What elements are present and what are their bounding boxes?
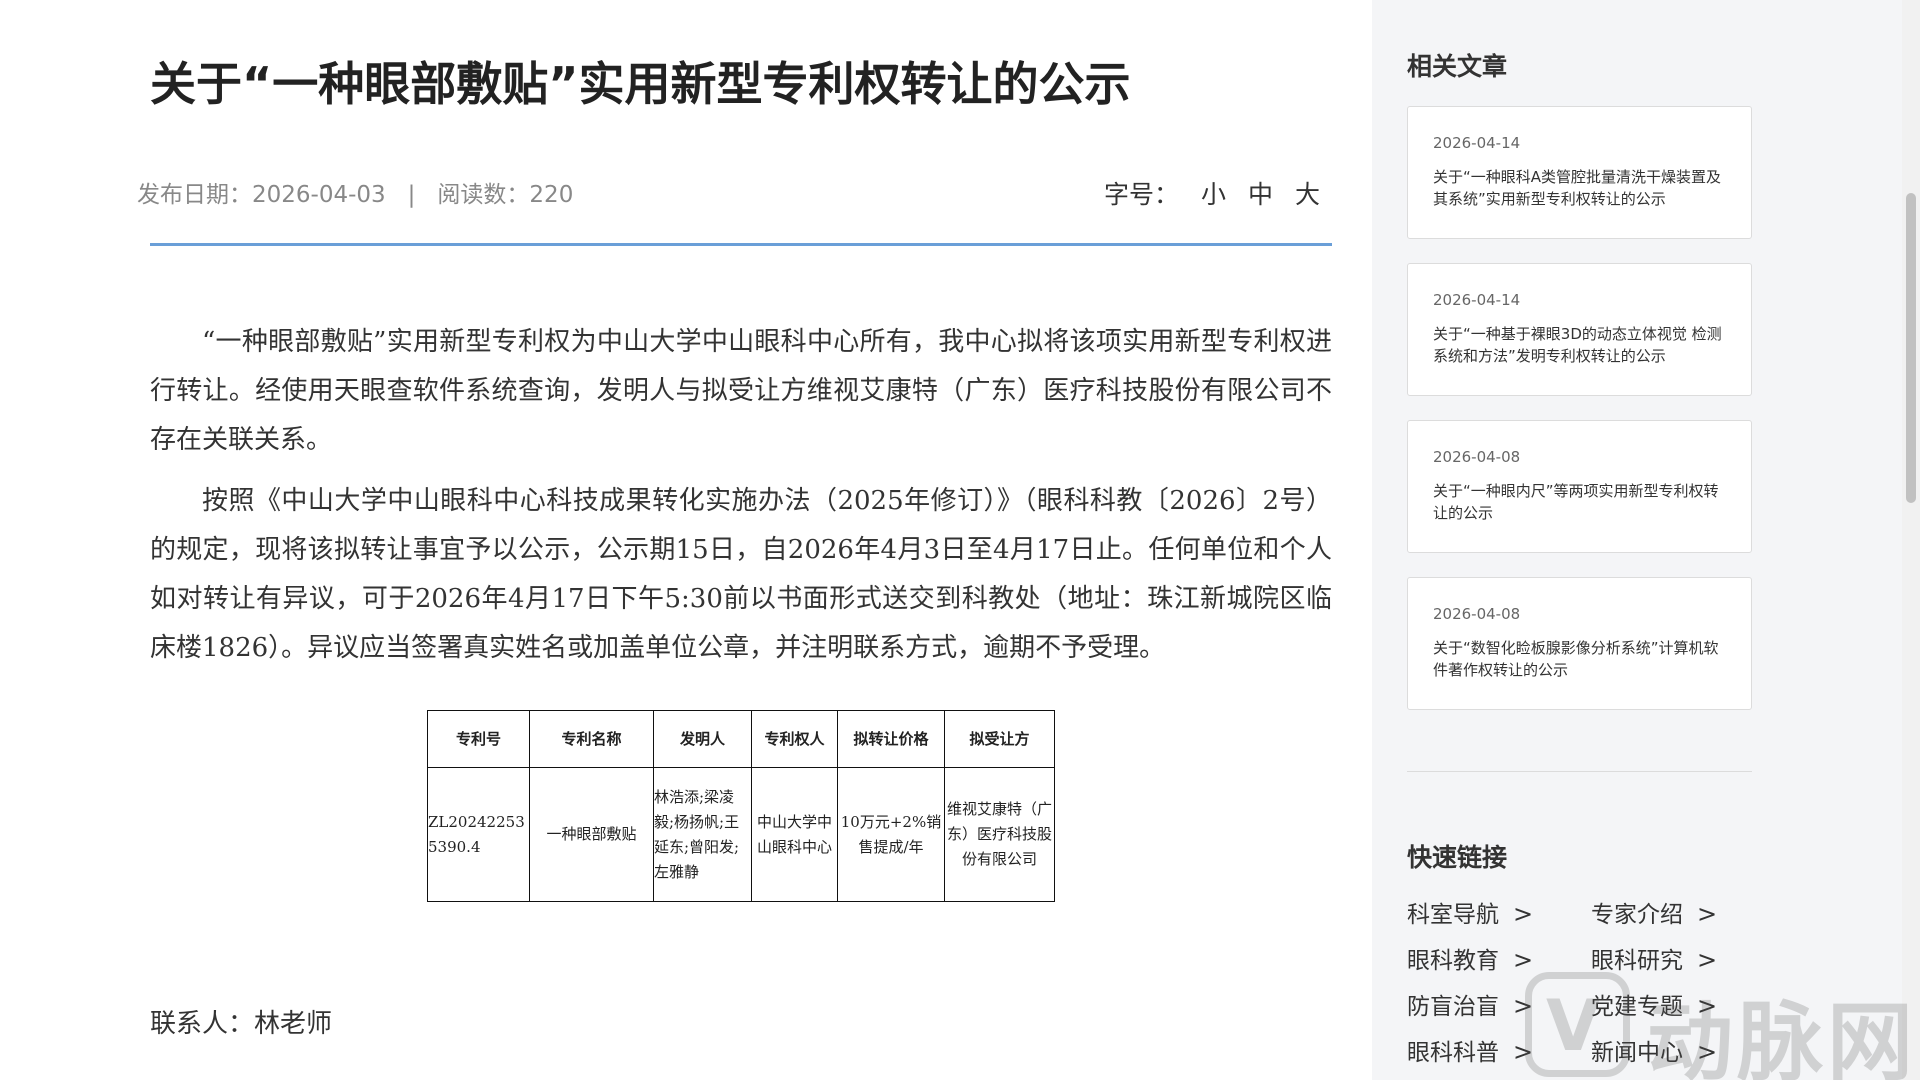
quick-link-education[interactable]: 眼科教育 > bbox=[1407, 941, 1533, 975]
font-size-small-button[interactable]: 小 bbox=[1201, 180, 1226, 209]
quick-link-label: 眼科科普 bbox=[1407, 1040, 1499, 1066]
table-header-cell: 专利名称 bbox=[529, 710, 654, 768]
chevron-right-icon: > bbox=[1513, 1038, 1534, 1066]
table-header-cell: 拟转让价格 bbox=[837, 710, 945, 768]
quick-link-label: 眼科研究 bbox=[1591, 948, 1683, 974]
quick-link-label: 眼科教育 bbox=[1407, 948, 1499, 974]
table-row: ZL202422535390.4 一种眼部敷贴 林浩添;梁凌毅;杨扬帆;王延东;… bbox=[427, 767, 1055, 902]
quick-links-heading: 快速链接 bbox=[1407, 843, 1508, 872]
quick-link-label: 党建专题 bbox=[1591, 994, 1683, 1020]
table-cell-price: 10万元+2%销售提成/年 bbox=[837, 767, 945, 902]
table-header-cell: 拟受让方 bbox=[944, 710, 1055, 768]
article-body: “一种眼部敷贴”实用新型专利权为中山大学中山眼科中心所有，我中心拟将该项实用新型… bbox=[150, 318, 1332, 685]
publish-date-label: 发布日期： bbox=[137, 182, 252, 208]
font-size-medium-button[interactable]: 中 bbox=[1248, 180, 1273, 209]
quick-link-department-nav[interactable]: 科室导航 > bbox=[1407, 895, 1533, 929]
related-article-date: 2026-04-14 bbox=[1433, 291, 1521, 309]
contact-line: 联系人：林老师 bbox=[150, 1009, 333, 1039]
article-title: 关于“一种眼部敷贴”实用新型专利权转让的公示 bbox=[150, 57, 1131, 111]
related-article-card[interactable]: 2026-04-08 关于“数智化睑板腺影像分析系统”计算机软件著作权转让的公示 bbox=[1407, 577, 1752, 710]
related-article-title[interactable]: 关于“一种眼科A类管腔批量清洗干燥装置及其系统”实用新型专利权转让的公示 bbox=[1433, 166, 1727, 210]
table-header-cell: 专利号 bbox=[427, 710, 530, 768]
related-articles-heading: 相关文章 bbox=[1407, 52, 1508, 81]
table-cell-assignee: 维视艾康特（广东）医疗科技股份有限公司 bbox=[944, 767, 1055, 902]
quick-link-party-building[interactable]: 党建专题 > bbox=[1591, 987, 1717, 1021]
quick-link-research[interactable]: 眼科研究 > bbox=[1591, 941, 1717, 975]
chevron-right-icon: > bbox=[1513, 992, 1534, 1020]
chevron-right-icon: > bbox=[1697, 1038, 1718, 1066]
font-size-label: 字号： bbox=[1103, 180, 1179, 209]
related-article-card[interactable]: 2026-04-08 关于“一种眼内尺”等两项实用新型专利权转让的公示 bbox=[1407, 420, 1752, 553]
views-count: 220 bbox=[529, 182, 574, 208]
related-article-title[interactable]: 关于“数智化睑板腺影像分析系统”计算机软件著作权转让的公示 bbox=[1433, 637, 1727, 681]
quick-link-science-popularization[interactable]: 眼科科普 > bbox=[1407, 1033, 1533, 1067]
chevron-right-icon: > bbox=[1513, 900, 1534, 928]
chevron-right-icon: > bbox=[1697, 946, 1718, 974]
quick-link-news-center[interactable]: 新闻中心 > bbox=[1591, 1033, 1717, 1067]
table-cell-patent-number: ZL202422535390.4 bbox=[427, 767, 530, 902]
table-header-cell: 发明人 bbox=[653, 710, 752, 768]
related-article-date: 2026-04-08 bbox=[1433, 448, 1521, 466]
chevron-right-icon: > bbox=[1513, 946, 1534, 974]
related-article-card[interactable]: 2026-04-14 关于“一种基于裸眼3D的动态立体视觉 检测系统和方法”发明… bbox=[1407, 263, 1752, 396]
article-paragraph: “一种眼部敷贴”实用新型专利权为中山大学中山眼科中心所有，我中心拟将该项实用新型… bbox=[150, 327, 1332, 455]
publish-date: 2026-04-03 bbox=[252, 182, 386, 208]
table-header-cell: 专利权人 bbox=[751, 710, 838, 768]
quick-link-label: 新闻中心 bbox=[1591, 1040, 1683, 1066]
article-meta: 发布日期：2026-04-03 | 阅读数：220 bbox=[137, 175, 573, 209]
quick-link-blindness-prevention[interactable]: 防盲治盲 > bbox=[1407, 987, 1533, 1021]
table-cell-inventors: 林浩添;梁凌毅;杨扬帆;王延东;曾阳发;左雅静 bbox=[653, 767, 752, 902]
patent-table: 专利号 专利名称 发明人 专利权人 拟转让价格 拟受让方 ZL202422535… bbox=[427, 710, 1055, 902]
title-divider bbox=[150, 243, 1332, 246]
related-article-card[interactable]: 2026-04-14 关于“一种眼科A类管腔批量清洗干燥装置及其系统”实用新型专… bbox=[1407, 106, 1752, 239]
font-size-controls: 字号： 小中大 bbox=[1104, 175, 1320, 211]
table-header-row: 专利号 专利名称 发明人 专利权人 拟转让价格 拟受让方 bbox=[427, 710, 1055, 768]
related-article-date: 2026-04-14 bbox=[1433, 134, 1521, 152]
page-scrollbar[interactable] bbox=[1902, 0, 1920, 1080]
sidebar-divider bbox=[1407, 771, 1752, 772]
scrollbar-thumb[interactable] bbox=[1906, 193, 1916, 503]
sidebar: 相关文章 2026-04-14 关于“一种眼科A类管腔批量清洗干燥装置及其系统”… bbox=[1372, 0, 1902, 1080]
quick-link-label: 防盲治盲 bbox=[1407, 994, 1499, 1020]
table-cell-patent-name: 一种眼部敷贴 bbox=[529, 767, 654, 902]
related-article-date: 2026-04-08 bbox=[1433, 605, 1521, 623]
views-label: 阅读数： bbox=[437, 182, 530, 208]
chevron-right-icon: > bbox=[1697, 992, 1718, 1020]
meta-separator: | bbox=[407, 182, 416, 208]
quick-link-label: 科室导航 bbox=[1407, 902, 1499, 928]
related-article-title[interactable]: 关于“一种基于裸眼3D的动态立体视觉 检测系统和方法”发明专利权转让的公示 bbox=[1433, 323, 1727, 367]
quick-link-label: 专家介绍 bbox=[1591, 902, 1683, 928]
font-size-large-button[interactable]: 大 bbox=[1295, 180, 1320, 209]
article-paragraph: 按照《中山大学中山眼科中心科技成果转化实施办法（2025年修订）》（眼科科教〔2… bbox=[150, 486, 1332, 663]
related-article-title[interactable]: 关于“一种眼内尺”等两项实用新型专利权转让的公示 bbox=[1433, 480, 1727, 524]
article-main: 关于“一种眼部敷贴”实用新型专利权转让的公示 发布日期：2026-04-03 | 阅… bbox=[137, 0, 1332, 1080]
table-cell-patentee: 中山大学中山眼科中心 bbox=[751, 767, 838, 902]
chevron-right-icon: > bbox=[1697, 900, 1718, 928]
quick-link-experts[interactable]: 专家介绍 > bbox=[1591, 895, 1717, 929]
